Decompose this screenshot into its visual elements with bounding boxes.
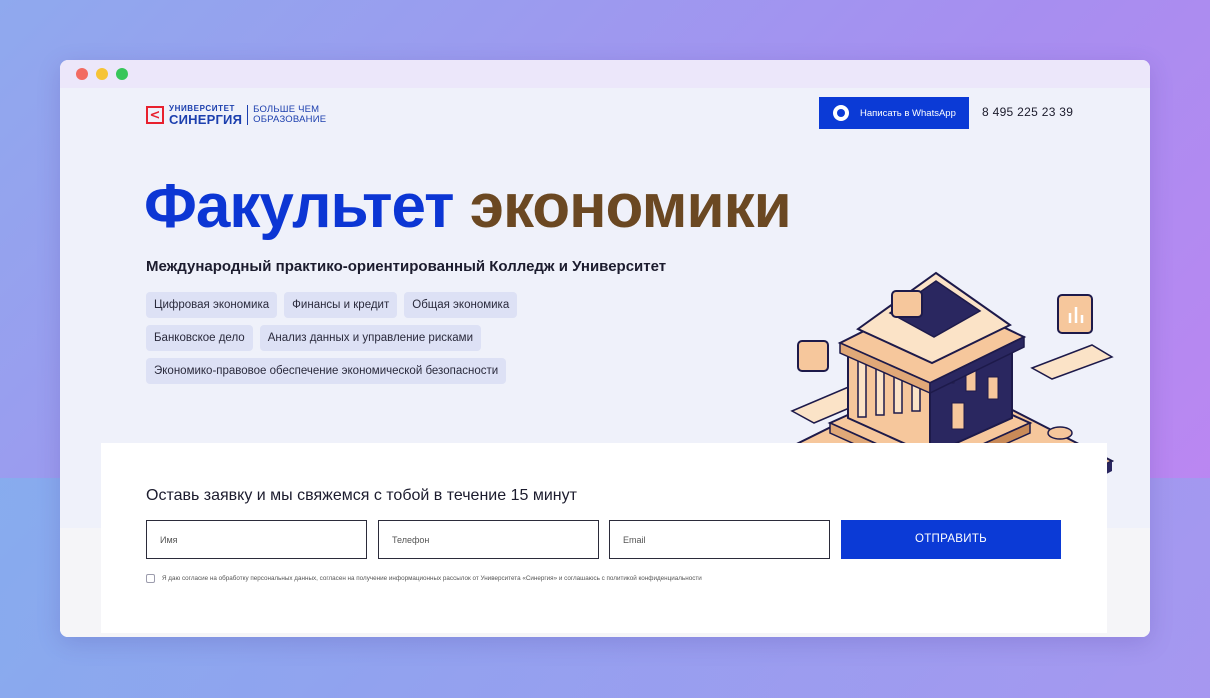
form-title: Оставь заявку и мы свяжемся с тобой в те… (146, 487, 577, 504)
logo-slogan: БОЛЬШЕ ЧЕМ ОБРАЗОВАНИЕ (253, 105, 326, 125)
logo-wordmark: УНИВЕРСИТЕТ СИНЕРГИЯ (169, 104, 243, 127)
tag-banking[interactable]: Банковское дело (146, 325, 253, 351)
tag-economic-security[interactable]: Экономико-правовое обеспечение экономиче… (146, 358, 507, 384)
whatsapp-button[interactable]: Написать в WhatsApp (819, 97, 969, 129)
page-subtitle: Международный практико-ориентированный К… (146, 258, 667, 275)
tag-general-economics[interactable]: Общая экономика (404, 292, 518, 318)
page-title: Факультет экономики (144, 176, 792, 238)
close-window-button[interactable] (76, 68, 88, 80)
tag-row: Цифровая экономика Финансы и кредит Обща… (146, 292, 566, 318)
logo-bottom-text: СИНЕРГИЯ (169, 111, 243, 127)
title-part-faculty: Факультет (144, 172, 455, 241)
whatsapp-icon (833, 105, 849, 121)
tag-data-analysis-risk[interactable]: Анализ данных и управление рисками (259, 325, 482, 351)
window-titlebar (60, 60, 1150, 88)
logo-divider (247, 105, 249, 125)
consent-row: Я даю согласие на обработку персональных… (146, 574, 702, 583)
email-field[interactable]: Email (609, 520, 830, 559)
tag-row: Банковское дело Анализ данных и управлен… (146, 325, 566, 351)
consent-checkbox[interactable] (146, 574, 155, 583)
program-tags: Цифровая экономика Финансы и кредит Обща… (146, 292, 566, 391)
maximize-window-button[interactable] (116, 68, 128, 80)
logo-mark-icon: < (146, 106, 164, 124)
title-part-economics: экономики (469, 172, 792, 241)
slogan-line-2: ОБРАЗОВАНИЕ (253, 114, 327, 125)
name-field[interactable]: Имя (146, 520, 367, 559)
whatsapp-button-label: Написать в WhatsApp (860, 107, 956, 119)
browser-window: < УНИВЕРСИТЕТ СИНЕРГИЯ БОЛЬШЕ ЧЕМ ОБРАЗО… (60, 60, 1150, 637)
tag-row: Экономико-правовое обеспечение экономиче… (146, 358, 566, 384)
phone-number-link[interactable]: 8 495 225 23 39 (982, 105, 1073, 119)
consent-text: Я даю согласие на обработку персональных… (162, 575, 702, 582)
minimize-window-button[interactable] (96, 68, 108, 80)
lead-form-card: Оставь заявку и мы свяжемся с тобой в те… (101, 443, 1107, 633)
phone-field[interactable]: Телефон (378, 520, 599, 559)
tag-digital-economy[interactable]: Цифровая экономика (146, 292, 278, 318)
university-logo[interactable]: < УНИВЕРСИТЕТ СИНЕРГИЯ БОЛЬШЕ ЧЕМ ОБРАЗО… (146, 104, 326, 126)
tag-finance-credit[interactable]: Финансы и кредит (284, 292, 398, 318)
submit-button[interactable]: ОТПРАВИТЬ (841, 520, 1061, 559)
landing-page: < УНИВЕРСИТЕТ СИНЕРГИЯ БОЛЬШЕ ЧЕМ ОБРАЗО… (60, 88, 1150, 637)
